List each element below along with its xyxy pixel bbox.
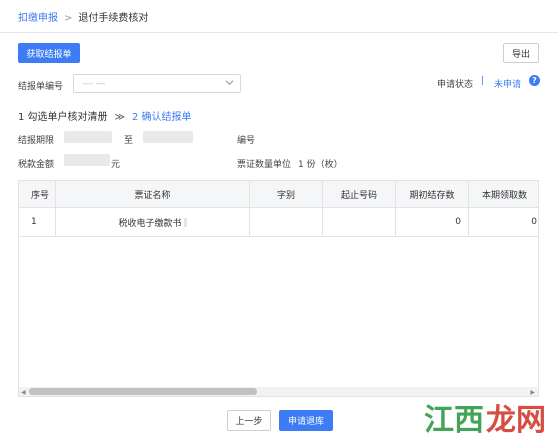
export-button[interactable]: 导出	[503, 43, 539, 63]
status-separator: |	[481, 76, 485, 86]
select-value: --- ---	[83, 78, 106, 89]
header-divider	[0, 32, 558, 33]
step-separator-icon: ≫	[114, 112, 126, 123]
number-label: 编号	[237, 136, 256, 146]
period-label: 结报期限	[18, 136, 55, 146]
site-watermark-logo: 江西 龙网	[420, 392, 558, 442]
column-header-received: 本期领取数	[482, 190, 528, 201]
scroll-left-icon[interactable]: ◀	[21, 389, 26, 396]
amount-redacted	[64, 154, 110, 166]
amount-unit: 元	[111, 160, 121, 170]
cell-voucher-name-redacted	[183, 217, 187, 227]
scrollbar-thumb[interactable]	[29, 388, 257, 395]
breadcrumb-current: 退付手续费核对	[78, 13, 149, 24]
amount-label: 税款金额	[18, 160, 55, 170]
column-header-category: 字别	[250, 181, 323, 207]
column-header-number-range: 起止号码	[323, 181, 396, 207]
voucher-unit-label: 票证数量单位	[237, 160, 292, 170]
cell-opening-balance: 0	[396, 208, 469, 236]
step-1[interactable]: 1 勾选单户核对清册	[18, 112, 108, 123]
breadcrumb: 扣缴申报 > 退付手续费核对	[18, 9, 148, 24]
breadcrumb-separator: >	[64, 13, 73, 24]
column-header-voucher-name: 票证名称	[56, 181, 250, 207]
statement-number-label: 结报单编号	[18, 82, 64, 92]
help-icon[interactable]: ?	[529, 75, 540, 86]
previous-step-button[interactable]: 上一步	[227, 410, 271, 431]
cell-voucher-name-text: 税收电子缴款书	[118, 218, 182, 229]
period-to-label: 至	[124, 136, 134, 146]
chevron-down-icon	[225, 78, 234, 90]
status-label: 申请状态	[437, 80, 474, 90]
breadcrumb-link-declaration[interactable]: 扣缴申报	[18, 13, 58, 24]
period-end-redacted	[143, 131, 193, 143]
voucher-unit-value: 1 份（枚）	[298, 160, 343, 170]
cell-received: 0	[531, 217, 537, 227]
step-2[interactable]: 2 确认结报单	[132, 112, 192, 123]
cell-category	[250, 208, 323, 236]
step-indicator: 1 勾选单户核对清册 ≫ 2 确认结报单	[18, 108, 192, 123]
svg-text:龙网: 龙网	[486, 403, 546, 438]
cell-number-range	[323, 208, 396, 236]
column-header-opening-balance: 期初结存数	[396, 181, 469, 207]
column-header-index: 序号	[19, 181, 56, 207]
table-row[interactable]: 1 税收电子缴款书 0 0	[19, 208, 538, 237]
statement-number-select[interactable]: --- ---	[73, 74, 241, 93]
fetch-statement-button[interactable]: 获取结报单	[18, 43, 80, 63]
cell-index: 1	[19, 208, 56, 236]
voucher-table: 序号 票证名称 字别 起止号码 期初结存数 本期领取数 1 税收电子缴款书 0 …	[18, 180, 539, 397]
svg-text:江西: 江西	[424, 403, 484, 438]
period-start-redacted	[64, 131, 112, 143]
status-value: 未申请	[494, 80, 522, 90]
cell-voucher-name: 税收电子缴款书	[56, 208, 250, 236]
table-header: 序号 票证名称 字别 起止号码 期初结存数 本期领取数	[19, 181, 538, 208]
apply-refund-button[interactable]: 申请退库	[279, 410, 333, 431]
